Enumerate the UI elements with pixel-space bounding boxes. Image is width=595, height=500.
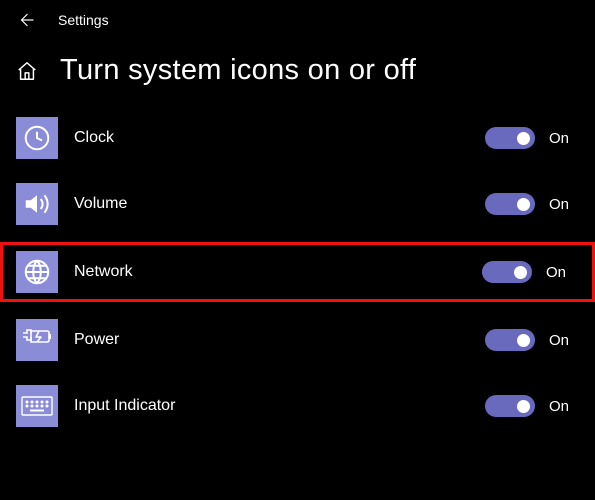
toggle-volume[interactable] (485, 193, 535, 215)
page-header: Turn system icons on or off (0, 36, 595, 111)
toggle-state: On (549, 332, 573, 349)
home-icon[interactable] (16, 60, 38, 82)
row-network: Network On (0, 242, 595, 302)
toggle-clock[interactable] (485, 127, 535, 149)
app-header: Settings (0, 0, 595, 36)
clock-icon (16, 117, 58, 159)
toggle-state: On (549, 398, 573, 415)
row-label: Volume (74, 195, 469, 213)
toggle-wrap: On (485, 329, 573, 351)
row-label: Power (74, 331, 469, 349)
toggle-wrap: On (485, 127, 573, 149)
toggle-network[interactable] (482, 261, 532, 283)
row-label: Network (74, 263, 466, 281)
toggle-wrap: On (485, 193, 573, 215)
row-input-indicator: Input Indicator On (0, 381, 595, 431)
settings-list: Clock On Volume On (0, 111, 595, 431)
row-volume: Volume On (0, 179, 595, 229)
row-power: Power On (0, 315, 595, 365)
row-label: Input Indicator (74, 397, 469, 415)
network-icon (16, 251, 58, 293)
toggle-state: On (549, 130, 573, 147)
toggle-power[interactable] (485, 329, 535, 351)
toggle-input-indicator[interactable] (485, 395, 535, 417)
app-title: Settings (58, 12, 109, 28)
page-title: Turn system icons on or off (60, 54, 416, 87)
row-clock: Clock On (0, 113, 595, 163)
toggle-state: On (549, 196, 573, 213)
toggle-wrap: On (482, 261, 570, 283)
back-arrow-icon[interactable] (16, 10, 36, 30)
keyboard-icon (16, 385, 58, 427)
toggle-wrap: On (485, 395, 573, 417)
toggle-state: On (546, 264, 570, 281)
row-label: Clock (74, 129, 469, 147)
volume-icon (16, 183, 58, 225)
power-icon (16, 319, 58, 361)
